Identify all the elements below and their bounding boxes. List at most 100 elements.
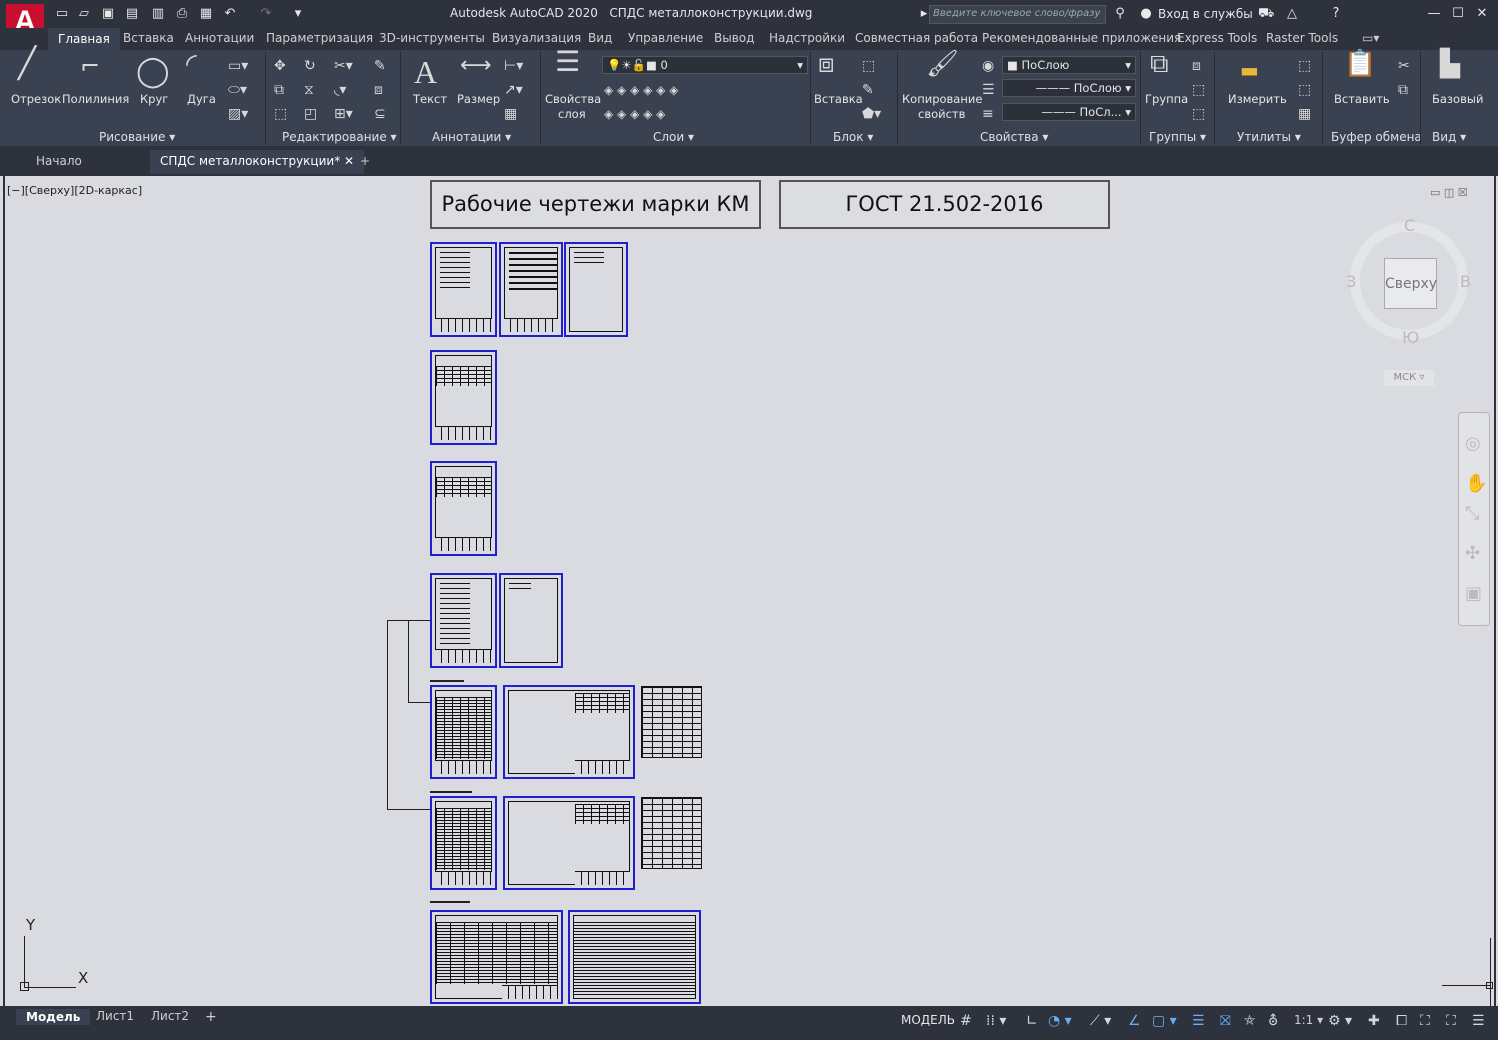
ungroup-icon[interactable]: ⧈ (1192, 58, 1201, 74)
ortho-icon[interactable]: ∟ (1026, 1013, 1038, 1029)
tab-output[interactable]: Вывод (714, 31, 754, 45)
tab-annotate[interactable]: Аннотации (185, 31, 254, 45)
publish-icon[interactable]: ▥ (150, 6, 166, 22)
tab-parametric[interactable]: Параметризация (266, 31, 373, 45)
tab-insert[interactable]: Вставка (123, 31, 174, 45)
navigation-bar[interactable]: ◎ ✋ ⤡ ✣ ▣ (1458, 412, 1490, 626)
plot-icon[interactable]: ⎙ (174, 6, 190, 22)
save-icon[interactable]: ▣ (100, 6, 116, 22)
paste-button[interactable]: Вставить (1334, 92, 1390, 106)
modify-panel-label[interactable]: Редактирование ▾ (282, 130, 397, 144)
signin-link[interactable]: Вход в службы (1158, 7, 1253, 21)
osnap-icon[interactable]: ▢ ▾ (1152, 1013, 1177, 1029)
tab-manage[interactable]: Управление (628, 31, 703, 45)
line-icon[interactable]: ╱ (18, 49, 36, 79)
tab-raster-tools[interactable]: Raster Tools (1266, 31, 1338, 45)
match-properties-button[interactable]: Копирование (902, 92, 982, 106)
new-tab-icon[interactable]: + (360, 154, 370, 168)
layer-tools-row2-icon[interactable]: ◈ ◈ ◈ ◈ ◈ (604, 106, 665, 122)
block-attributes-icon[interactable]: ⬟▾ (862, 106, 881, 122)
tab-express-tools[interactable]: Express Tools (1177, 31, 1257, 45)
block-panel-label[interactable]: Блок ▾ (833, 130, 873, 144)
scale-icon[interactable]: ◰ (304, 106, 317, 122)
id-point-icon[interactable]: ⬚ (1298, 58, 1311, 74)
tab-file[interactable]: СПДС металлоконструкции* ✕ (150, 150, 365, 174)
array-icon[interactable]: ⊞▾ (334, 106, 353, 122)
tab-model[interactable]: Модель (16, 1009, 91, 1025)
tab-addins[interactable]: Надстройки (769, 31, 845, 45)
polyline-icon[interactable]: ⌐ (80, 54, 100, 78)
drawing-sheet[interactable] (430, 573, 497, 668)
group-button[interactable]: Группа (1145, 92, 1188, 106)
dimension-button[interactable]: Размер (457, 92, 500, 106)
measure-button[interactable]: Измерить (1228, 92, 1287, 106)
workspace-gear-icon[interactable]: ⚙ ▾ (1328, 1013, 1352, 1029)
drawing-sheet[interactable] (499, 573, 563, 668)
annotation-panel-label[interactable]: Аннотации ▾ (432, 130, 511, 144)
hatch-icon[interactable]: ▨▾ (228, 106, 248, 122)
polar-icon[interactable]: ◔ ▾ (1048, 1013, 1072, 1029)
drawing-sheet[interactable] (430, 910, 563, 1004)
mirror-icon[interactable]: ⧖ (304, 82, 314, 98)
quick-properties-icon[interactable]: ⛶ (1420, 1013, 1430, 1029)
edit-block-icon[interactable]: ✎ (862, 82, 874, 98)
drawing-sheet[interactable] (430, 242, 497, 337)
cart-icon[interactable]: ⛟ (1258, 6, 1274, 22)
showmotion-icon[interactable]: ▣ (1465, 583, 1482, 604)
compass-south[interactable]: Ю (1402, 328, 1419, 347)
tab-featured-apps[interactable]: Рекомендованные приложения (982, 31, 1181, 45)
cut-icon[interactable]: ✂ (1398, 58, 1410, 74)
minimize-icon[interactable]: — (1426, 6, 1442, 22)
clipboard-panel-label[interactable]: Буфер обмена (1331, 130, 1422, 144)
drawing-sheet[interactable] (430, 796, 497, 890)
osnap-tracking-icon[interactable]: ∠ (1128, 1013, 1141, 1029)
tab-sheet1[interactable]: Лист1 (96, 1009, 134, 1023)
drawing-sheet[interactable] (568, 910, 701, 1004)
circle-icon[interactable]: ◯ (136, 56, 170, 88)
base-view-icon[interactable]: ▙ (1440, 51, 1460, 77)
line-button[interactable]: Отрезок (11, 92, 61, 106)
search-input[interactable]: Введите ключевое слово/фразу (929, 5, 1106, 24)
quick-select-icon[interactable]: ⬚ (1298, 82, 1311, 98)
calculator-icon[interactable]: ▦ (1298, 106, 1311, 122)
snap-icon[interactable]: ⁞⁞ ▾ (986, 1013, 1006, 1029)
ellipse-icon[interactable]: ⬭▾ (228, 82, 247, 98)
viewcube[interactable]: Сверху С Ю З В (1346, 216, 1471, 352)
trim-icon[interactable]: ✂▾ (334, 58, 353, 74)
color-dropdown[interactable]: ■ ПоСлою ▾ (1002, 56, 1136, 74)
drawing-canvas[interactable] (3, 176, 1496, 1006)
specification-table[interactable] (641, 686, 702, 758)
save-as-icon[interactable]: ▤ (124, 6, 140, 22)
arc-icon[interactable]: ◜ (186, 50, 197, 78)
utilities-panel-label[interactable]: Утилиты ▾ (1237, 130, 1301, 144)
tab-home[interactable]: Главная (48, 28, 120, 50)
drawing-sheet[interactable] (564, 242, 628, 337)
undo-icon[interactable]: ↶ (222, 6, 238, 22)
compass-east[interactable]: В (1460, 272, 1471, 291)
circle-button[interactable]: Круг (140, 92, 168, 106)
linear-dim-icon[interactable]: ⊢▾ (504, 58, 523, 74)
close-icon[interactable]: ✕ (1474, 6, 1490, 22)
group-edit-icon[interactable]: ⬚ (1192, 82, 1205, 98)
lineweight-icon[interactable]: ≡ (982, 106, 994, 122)
annotation-scale-icon[interactable]: ⛢ (1268, 1013, 1278, 1029)
erase-icon[interactable]: ✎ (374, 58, 386, 74)
orbit-icon[interactable]: ✣ (1465, 543, 1480, 564)
add-layout-icon[interactable]: + (205, 1009, 217, 1025)
drawing-sheet[interactable] (503, 685, 635, 779)
title-box-gost[interactable]: ГОСТ 21.502-2016 (779, 180, 1110, 229)
tab-visualize[interactable]: Визуализация (492, 31, 581, 45)
maximize-icon[interactable]: ☐ (1450, 6, 1466, 22)
move-icon[interactable]: ✥ (274, 58, 286, 74)
viewport-window-controls[interactable]: ▭ ◫ ☒ (1430, 186, 1468, 199)
leader-icon[interactable]: ↗▾ (504, 82, 523, 98)
chevron-down-icon[interactable]: ▾ (290, 6, 306, 22)
measure-icon[interactable]: ▬ (1240, 60, 1259, 80)
group-select-icon[interactable]: ⬚ (1192, 106, 1205, 122)
tab-collaborate[interactable]: Совместная работа (855, 31, 978, 45)
dimension-icon[interactable]: ⟷ (460, 55, 492, 77)
specification-table[interactable] (641, 797, 702, 869)
create-block-icon[interactable]: ⬚ (862, 58, 875, 74)
grid-icon[interactable]: # (960, 1013, 972, 1029)
text-icon[interactable]: A (414, 54, 437, 90)
